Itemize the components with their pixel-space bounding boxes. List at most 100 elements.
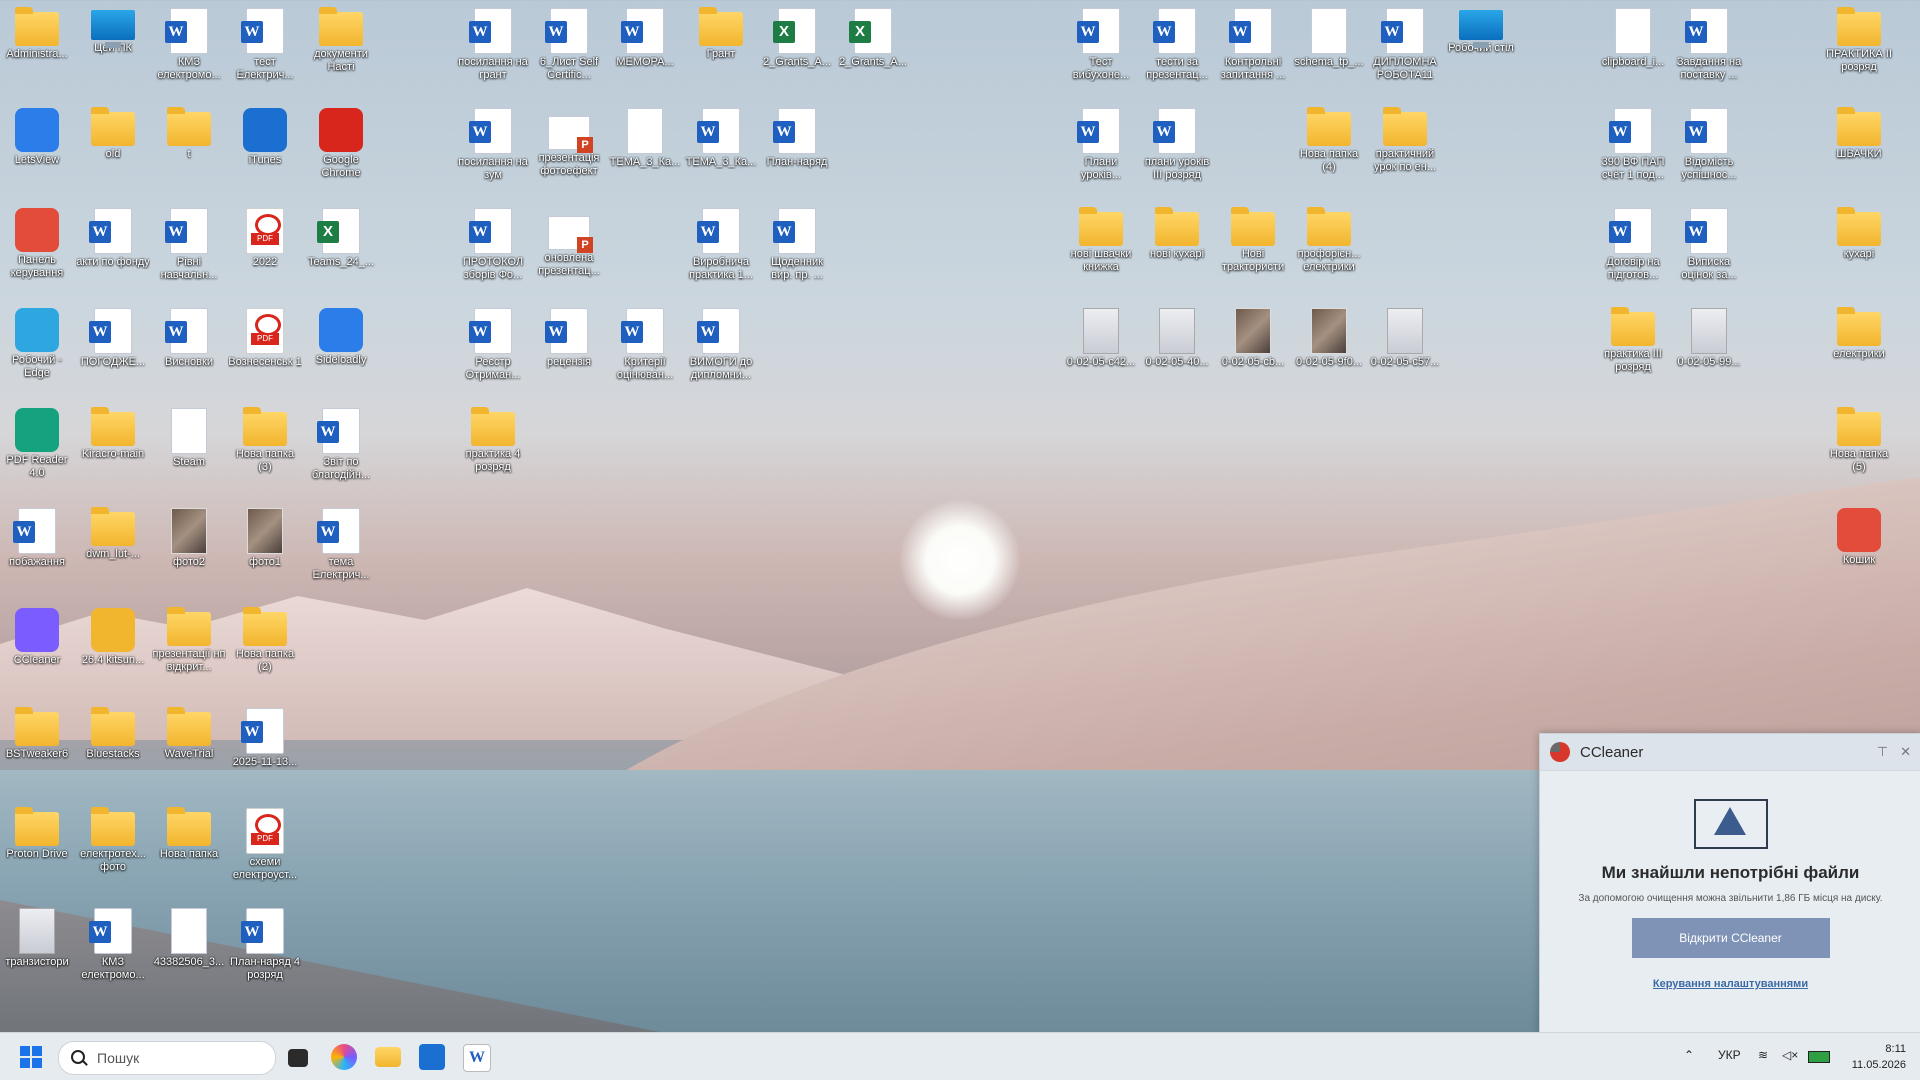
desktop-icon[interactable]: 0-02-05-c42... bbox=[1064, 302, 1138, 369]
desktop-icon[interactable]: Відомість успішнос... bbox=[1672, 102, 1746, 182]
desktop-icon[interactable]: побажання bbox=[0, 502, 74, 569]
desktop-icon[interactable]: посилання на зум bbox=[456, 102, 530, 182]
desktop-icon[interactable]: ТЕМА_3_Ка... bbox=[608, 102, 682, 169]
desktop-icon[interactable]: Кошик bbox=[1822, 502, 1896, 567]
desktop-icon[interactable]: Грант bbox=[684, 2, 758, 61]
wifi-icon[interactable]: ≋ bbox=[1758, 1048, 1768, 1062]
pin-icon[interactable]: ⊤ bbox=[1877, 744, 1888, 760]
desktop-icon[interactable]: 2_Grants_A... bbox=[760, 2, 834, 69]
desktop-icon[interactable]: 43382506_3... bbox=[152, 902, 226, 969]
desktop-icon[interactable]: нові швачки книжка bbox=[1064, 202, 1138, 274]
desktop-icon[interactable]: схеми електроуст... bbox=[228, 802, 302, 882]
desktop-icon[interactable]: ПРАКТИКА II розряд bbox=[1822, 2, 1896, 74]
desktop-icon[interactable]: CCleaner bbox=[0, 602, 74, 667]
desktop-icon[interactable]: профорієн... електрики bbox=[1292, 202, 1366, 274]
desktop-icon[interactable]: посилання на грант bbox=[456, 2, 530, 82]
desktop-icon[interactable]: плани уроків III розряд bbox=[1140, 102, 1214, 182]
desktop-icon[interactable]: акти по фонду bbox=[76, 202, 150, 269]
desktop-icon[interactable]: практика III розряд bbox=[1596, 302, 1670, 374]
desktop-icon[interactable]: Teams_24_... bbox=[304, 202, 378, 269]
desktop-icon[interactable]: dwm_lut-... bbox=[76, 502, 150, 561]
desktop-icon[interactable]: План-наряд 4 розряд bbox=[228, 902, 302, 982]
desktop-icon[interactable]: ТЕМА_3_Ка... bbox=[684, 102, 758, 169]
desktop-icon[interactable]: тема Електрич... bbox=[304, 502, 378, 582]
desktop-icon[interactable]: тести за презентац... bbox=[1140, 2, 1214, 82]
desktop-icon[interactable]: Рівні навчальн... bbox=[152, 202, 226, 282]
language-indicator[interactable]: УКР bbox=[1718, 1048, 1741, 1062]
desktop-icon[interactable]: Звіт по благодійн... bbox=[304, 402, 378, 482]
desktop-icon[interactable]: clipboard_i... bbox=[1596, 2, 1670, 69]
desktop-icon[interactable]: документи Насті bbox=[304, 2, 378, 74]
desktop-icon[interactable]: Критерії оцінюван... bbox=[608, 302, 682, 382]
desktop-icon[interactable]: t bbox=[152, 102, 226, 161]
desktop-icon[interactable]: 6_Лист Self Certific... bbox=[532, 2, 606, 82]
desktop-icon[interactable]: Google Chrome bbox=[304, 102, 378, 180]
desktop-icon[interactable]: КМЗ електромо... bbox=[152, 2, 226, 82]
desktop-icon[interactable]: КМЗ електромо... bbox=[76, 902, 150, 982]
chevron-up-icon[interactable]: ⌃ bbox=[1684, 1048, 1694, 1062]
desktop-icon[interactable]: транзистори bbox=[0, 902, 74, 969]
desktop-icon[interactable]: тест Електрич... bbox=[228, 2, 302, 82]
battery-icon[interactable] bbox=[1808, 1051, 1830, 1063]
desktop-icon[interactable]: 0-02-05-9f0... bbox=[1292, 302, 1366, 369]
desktop-icon[interactable]: Kiracro-main bbox=[76, 402, 150, 461]
close-icon[interactable]: ✕ bbox=[1900, 744, 1911, 760]
desktop-icon[interactable]: Нові трактористи bbox=[1216, 202, 1290, 274]
desktop-icon[interactable]: Робочий стіл bbox=[1444, 2, 1518, 55]
desktop-icon[interactable]: BSTweaker6 bbox=[0, 702, 74, 761]
desktop-icon[interactable]: ШВАЧКИ bbox=[1822, 102, 1896, 161]
desktop-icon[interactable]: фото1 bbox=[228, 502, 302, 569]
word-icon[interactable]: W bbox=[463, 1044, 491, 1072]
desktop-icon[interactable]: презентації нп відкрит... bbox=[152, 602, 226, 674]
desktop-icon[interactable]: План-наряд bbox=[760, 102, 834, 169]
desktop-icon[interactable]: 0-02-05-40... bbox=[1140, 302, 1214, 369]
desktop-icon[interactable]: практика 4 розряд bbox=[456, 402, 530, 474]
clock[interactable]: 8:11 11.05.2026 bbox=[1852, 1041, 1906, 1073]
desktop-icon[interactable]: iTunes bbox=[228, 102, 302, 167]
desktop-icon[interactable]: Реєстр Отриман... bbox=[456, 302, 530, 382]
desktop-icon[interactable]: 26.4 kitsun... bbox=[76, 602, 150, 667]
desktop-icon[interactable]: презентація фотоефект bbox=[532, 102, 606, 178]
desktop-icon[interactable]: 2_Grants_A... bbox=[836, 2, 910, 69]
desktop-icon[interactable]: електротех... фото bbox=[76, 802, 150, 874]
desktop-icon[interactable]: Вознесенськ 1 bbox=[228, 302, 302, 369]
desktop-icon[interactable]: ПОГОДЖЕ... bbox=[76, 302, 150, 369]
desktop-icon[interactable]: old bbox=[76, 102, 150, 161]
desktop-icon[interactable]: Нова папка (3) bbox=[228, 402, 302, 474]
desktop-icon[interactable]: практичний урок по ен... bbox=[1368, 102, 1442, 174]
desktop-icon[interactable]: Тест вибухоне... bbox=[1064, 2, 1138, 82]
desktop-icon[interactable]: Bluestacks bbox=[76, 702, 150, 761]
desktop-icon[interactable]: нові кухарі bbox=[1140, 202, 1214, 261]
volume-icon[interactable]: ◁× bbox=[1782, 1048, 1798, 1062]
desktop-icon[interactable]: LetsView bbox=[0, 102, 74, 167]
desktop-icon[interactable]: Панель керування bbox=[0, 202, 74, 280]
desktop-icon[interactable]: 2025-11-13... bbox=[228, 702, 302, 769]
desktop-icon[interactable]: 390 ВФ ПАП счёт 1 под... bbox=[1596, 102, 1670, 182]
start-button[interactable] bbox=[20, 1046, 42, 1068]
task-view-icon[interactable] bbox=[288, 1049, 308, 1067]
file-explorer-icon[interactable] bbox=[375, 1047, 401, 1067]
desktop-icon[interactable]: 0-02-05-99... bbox=[1672, 302, 1746, 369]
desktop-icon[interactable]: Цей ПК bbox=[76, 2, 150, 55]
desktop-icon[interactable]: schema_tp_... bbox=[1292, 2, 1366, 69]
desktop-icon[interactable]: 0-02-05-cb... bbox=[1216, 302, 1290, 369]
desktop-icon[interactable]: Administra... bbox=[0, 2, 74, 61]
desktop-icon[interactable]: PDF Reader 4.0 bbox=[0, 402, 74, 480]
desktop-icon[interactable]: фото2 bbox=[152, 502, 226, 569]
desktop-icon[interactable]: оновлена презентац... bbox=[532, 202, 606, 278]
desktop-icon[interactable]: електрики bbox=[1822, 302, 1896, 361]
desktop-icon[interactable]: Висновки bbox=[152, 302, 226, 369]
desktop-icon[interactable]: WaveTrial bbox=[152, 702, 226, 761]
desktop-icon[interactable]: 2022 bbox=[228, 202, 302, 269]
desktop-icon[interactable]: Steam bbox=[152, 402, 226, 469]
desktop-icon[interactable]: Нова папка bbox=[152, 802, 226, 861]
desktop-icon[interactable]: МЕМОРА... bbox=[608, 2, 682, 69]
desktop-icon[interactable]: ВИМОГИ до дипломни... bbox=[684, 302, 758, 382]
search-box[interactable]: Пошук bbox=[58, 1041, 276, 1075]
desktop-icon[interactable]: Proton Drive bbox=[0, 802, 74, 861]
manage-settings-link[interactable]: Керування налаштуваннями bbox=[1540, 978, 1920, 990]
desktop-icon[interactable]: Нова папка (5) bbox=[1822, 402, 1896, 474]
desktop-icon[interactable]: Робочий - Edge bbox=[0, 302, 74, 380]
desktop-icon[interactable]: Завдання на поставку ... bbox=[1672, 2, 1746, 82]
desktop-icon[interactable]: ПРОТОКОЛ зборів Фо... bbox=[456, 202, 530, 282]
